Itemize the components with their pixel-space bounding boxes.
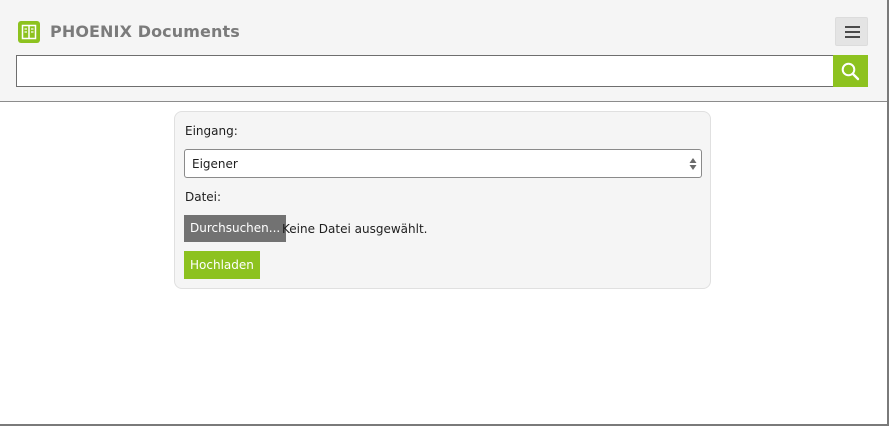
upload-button[interactable]: Hochladen bbox=[184, 251, 260, 279]
header-bar: PHOENIX Documents bbox=[0, 0, 887, 102]
app-title: PHOENIX Documents bbox=[50, 22, 240, 41]
document-grid-icon bbox=[18, 21, 40, 43]
search-button[interactable] bbox=[833, 55, 868, 87]
search-input[interactable] bbox=[16, 55, 834, 87]
menu-button[interactable] bbox=[835, 17, 868, 46]
inbox-select[interactable]: Eigener bbox=[184, 149, 702, 178]
file-label: Datei: bbox=[185, 190, 222, 204]
hamburger-menu-icon-bar bbox=[845, 31, 860, 33]
inbox-label: Eingang: bbox=[185, 124, 238, 138]
app-window: PHOENIX Documents Eingang: Eigener Datei… bbox=[0, 0, 889, 426]
hamburger-menu-icon-bar bbox=[845, 36, 860, 38]
select-arrows-icon bbox=[689, 158, 697, 170]
hamburger-menu-icon bbox=[845, 26, 860, 28]
search-icon bbox=[841, 62, 860, 81]
browse-button[interactable]: Durchsuchen... bbox=[184, 215, 287, 242]
inbox-select-value: Eigener bbox=[192, 157, 238, 171]
file-status: Keine Datei ausgewählt. bbox=[282, 222, 428, 236]
upload-panel: Eingang: Eigener Datei: Durchsuchen... K… bbox=[174, 111, 711, 289]
